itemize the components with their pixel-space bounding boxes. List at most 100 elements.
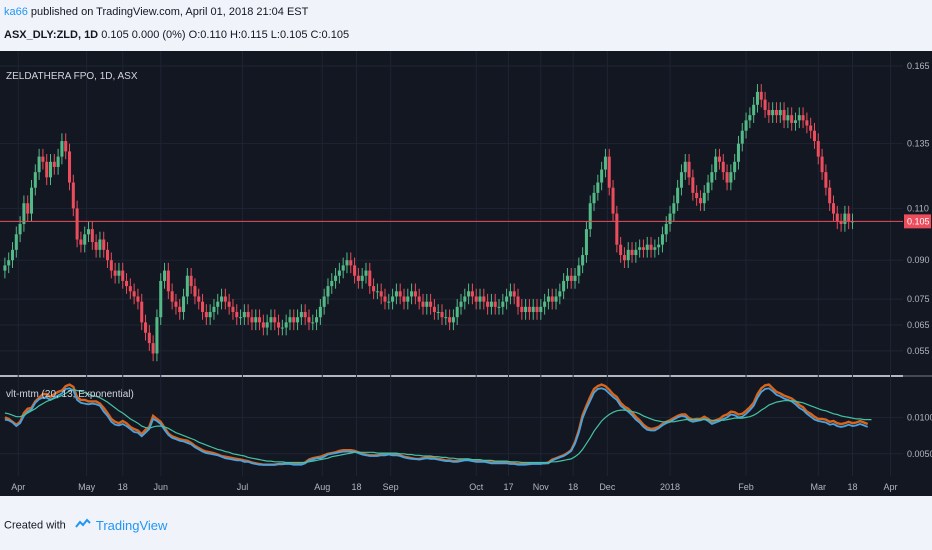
candle [86,229,91,235]
candle [638,247,642,250]
candle [67,151,72,183]
candle [527,306,531,313]
candle [425,301,429,307]
candle [379,291,383,297]
candle [622,255,626,261]
candle [159,280,163,318]
candle [702,192,706,204]
candle [242,312,246,318]
candle [220,296,224,302]
candle [136,296,140,302]
candle [429,301,433,307]
x-tick-label: Jul [237,482,249,492]
candle [592,192,596,204]
candle [546,296,550,302]
x-tick-label: 17 [504,482,514,492]
candle [470,291,474,297]
candle [714,156,718,173]
candle [619,244,623,256]
candle [216,301,220,307]
y-tick-label: 0.055 [907,346,930,356]
candle [254,317,258,323]
candle [805,120,809,126]
candle [269,317,273,323]
candle [22,203,26,224]
candle [432,306,436,313]
candle [52,161,56,167]
candle [311,322,315,324]
symbol-label: ASX_DLY:ZLD, 1D [4,29,99,41]
candle [831,203,836,214]
candle [353,265,357,276]
candle [402,296,406,302]
tradingview-brand[interactable]: TradingView [96,518,168,533]
candle [372,286,376,292]
candle [664,223,668,235]
candle [223,296,227,302]
candle [455,306,459,318]
candle [10,249,15,261]
candle [235,312,239,318]
candle [467,291,471,297]
last-price-label: 0.105 [907,216,930,226]
candle [239,317,243,319]
candle [824,172,828,188]
candle [771,109,775,116]
candle [649,244,653,250]
candle [774,109,778,116]
candle [767,109,771,116]
candle [809,125,813,131]
candle [265,322,269,328]
y-tick-label: 0.075 [907,294,930,304]
candle [508,291,512,297]
candle [410,291,414,297]
candle [634,249,638,256]
candle [246,312,250,318]
candle [292,317,296,323]
candle [816,141,820,157]
y-tick-label: 0.165 [907,61,930,71]
candle [835,213,839,222]
candle [391,296,395,302]
candle [812,130,817,142]
candle [668,213,672,224]
candle [387,301,391,303]
candle [79,239,83,245]
candle [33,172,37,188]
candle [733,161,737,173]
indicator-y-tick-label: 0.0050 [907,449,932,459]
chart[interactable]: Apr May 18 Jun Jul Aug 18 Sep Oct 17 Nov 18 Dec 2018 F… [0,51,932,508]
tradingview-logo-icon[interactable] [75,518,91,533]
quote-values: 0.105 0.000 (0%) O:0.110 H:0.115 L:0.105… [101,29,350,41]
candle [505,296,509,302]
candle [565,275,569,281]
candle [755,91,759,105]
candle [706,182,710,193]
x-tick-label: Apr [11,482,25,492]
candle [349,260,353,266]
candle [178,306,182,313]
candle [26,203,30,214]
candle [698,198,702,204]
candle [284,322,288,328]
published-text: published on TradingView.com, April 01, … [30,6,309,18]
candle [334,275,338,281]
candle [554,296,558,302]
candle [315,317,319,323]
candle [657,244,661,248]
publish-info: ka66 published on TradingView.com, April… [4,6,308,18]
x-tick-label: May [78,482,96,492]
candle [296,317,300,323]
candle [106,249,110,261]
candle [406,296,410,302]
candle [790,115,794,123]
candle [375,291,379,293]
x-tick-label: Aug [314,482,330,492]
author-link[interactable]: ka66 [4,6,28,18]
candle [584,229,588,256]
candle [60,141,64,157]
candle [459,301,463,307]
candle [782,109,786,121]
candle [695,192,699,199]
candle [121,270,125,281]
